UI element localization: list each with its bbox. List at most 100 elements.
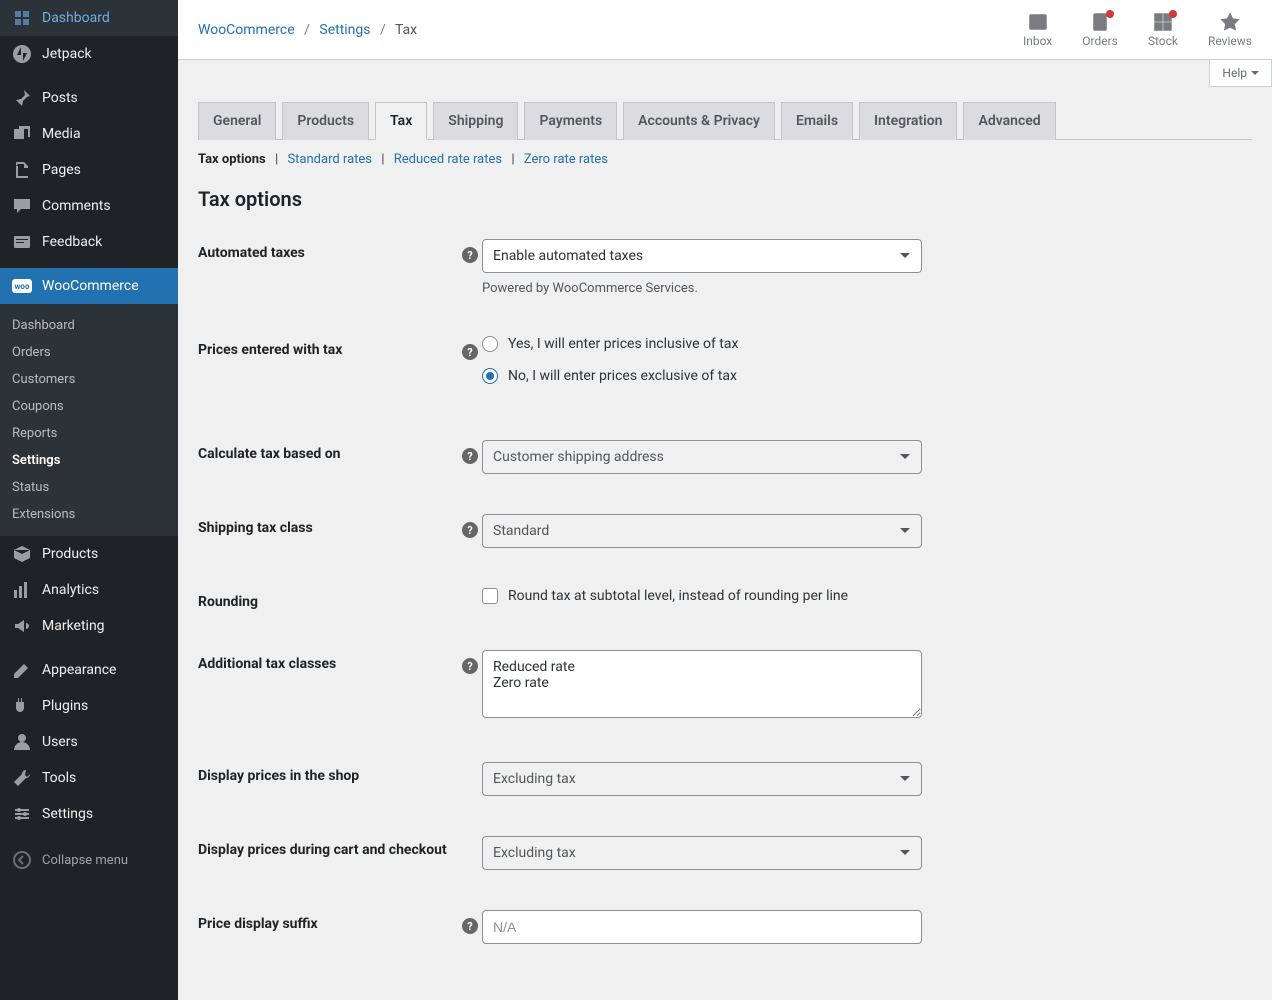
menu-posts[interactable]: Posts bbox=[0, 80, 178, 116]
page-title: Tax options bbox=[198, 187, 1252, 211]
tab-general[interactable]: General bbox=[198, 102, 276, 140]
row-rounding: Rounding Round tax at subtotal level, in… bbox=[198, 588, 1252, 610]
chevron-down-icon bbox=[1251, 71, 1259, 79]
menu-label: Media bbox=[42, 126, 81, 142]
products-icon bbox=[12, 544, 32, 564]
menu-users[interactable]: Users bbox=[0, 724, 178, 760]
checkbox-icon bbox=[482, 588, 498, 604]
tab-shipping[interactable]: Shipping bbox=[433, 102, 518, 140]
submenu-orders[interactable]: Orders bbox=[0, 339, 178, 366]
menu-label: Pages bbox=[42, 162, 81, 178]
help-icon[interactable]: ? bbox=[462, 918, 478, 934]
submenu-reports[interactable]: Reports bbox=[0, 420, 178, 447]
label-suffix: Price display suffix bbox=[198, 910, 458, 932]
content-area: Help General Products Tax Shipping Payme… bbox=[178, 60, 1272, 1000]
help-icon[interactable]: ? bbox=[462, 247, 478, 263]
topbar: WooCommerce / Settings / Tax Inbox Order… bbox=[178, 0, 1272, 60]
help-tab[interactable]: Help bbox=[1209, 60, 1272, 87]
tab-payments[interactable]: Payments bbox=[524, 102, 617, 140]
breadcrumb-woocommerce[interactable]: WooCommerce bbox=[198, 22, 295, 38]
woo-icon: woo bbox=[12, 276, 32, 296]
menu-label: Marketing bbox=[42, 618, 105, 634]
tab-emails[interactable]: Emails bbox=[781, 102, 853, 140]
label-prices-tax: Prices entered with tax bbox=[198, 336, 458, 358]
select-automated-taxes[interactable]: Enable automated taxes bbox=[482, 239, 922, 273]
activity-label: Orders bbox=[1082, 34, 1118, 48]
tab-integration[interactable]: Integration bbox=[859, 102, 957, 140]
label-calc-tax: Calculate tax based on bbox=[198, 440, 458, 462]
hint-automated-taxes: Powered by WooCommerce Services. bbox=[482, 281, 922, 296]
settings-icon bbox=[12, 804, 32, 824]
menu-label: Dashboard bbox=[42, 10, 110, 26]
help-icon[interactable]: ? bbox=[462, 448, 478, 464]
menu-label: WooCommerce bbox=[42, 278, 139, 294]
menu-analytics[interactable]: Analytics bbox=[0, 572, 178, 608]
menu-label: Products bbox=[42, 546, 98, 562]
pages-icon bbox=[12, 160, 32, 180]
menu-marketing[interactable]: Marketing bbox=[0, 608, 178, 644]
menu-pages[interactable]: Pages bbox=[0, 152, 178, 188]
orders-icon bbox=[1090, 12, 1110, 32]
tab-advanced[interactable]: Advanced bbox=[963, 102, 1055, 140]
menu-settings[interactable]: Settings bbox=[0, 796, 178, 832]
breadcrumb-settings[interactable]: Settings bbox=[319, 22, 370, 38]
input-suffix[interactable] bbox=[482, 910, 922, 944]
textarea-add-classes[interactable] bbox=[482, 650, 922, 718]
select-calc-tax[interactable]: Customer shipping address bbox=[482, 440, 922, 474]
submenu-coupons[interactable]: Coupons bbox=[0, 393, 178, 420]
collapse-menu[interactable]: Collapse menu bbox=[0, 840, 178, 880]
help-icon[interactable]: ? bbox=[462, 658, 478, 674]
radio-exclusive[interactable]: No, I will enter prices exclusive of tax bbox=[482, 368, 1252, 384]
badge-dot bbox=[1106, 10, 1114, 18]
subtab-standard-rates[interactable]: Standard rates bbox=[287, 152, 372, 167]
pin-icon bbox=[12, 88, 32, 108]
tab-tax[interactable]: Tax bbox=[375, 102, 427, 140]
menu-dashboard[interactable]: Dashboard bbox=[0, 0, 178, 36]
label-automated-taxes: Automated taxes bbox=[198, 239, 458, 261]
submenu-status[interactable]: Status bbox=[0, 474, 178, 501]
settings-tabs: General Products Tax Shipping Payments A… bbox=[198, 102, 1252, 140]
dashboard-icon bbox=[12, 8, 32, 28]
subtab-reduced-rate[interactable]: Reduced rate rates bbox=[394, 152, 502, 167]
help-icon[interactable]: ? bbox=[462, 522, 478, 538]
menu-plugins[interactable]: Plugins bbox=[0, 688, 178, 724]
activity-orders[interactable]: Orders bbox=[1082, 12, 1118, 48]
submenu-settings[interactable]: Settings bbox=[0, 447, 178, 474]
subtab-zero-rate[interactable]: Zero rate rates bbox=[524, 152, 608, 167]
row-prices-tax: Prices entered with tax ? Yes, I will en… bbox=[198, 336, 1252, 400]
menu-products[interactable]: Products bbox=[0, 536, 178, 572]
radio-inclusive[interactable]: Yes, I will enter prices inclusive of ta… bbox=[482, 336, 1252, 352]
menu-label: Jetpack bbox=[42, 46, 92, 62]
menu-label: Appearance bbox=[42, 662, 116, 678]
breadcrumb: WooCommerce / Settings / Tax bbox=[198, 22, 417, 38]
help-icon[interactable]: ? bbox=[462, 344, 478, 360]
tab-accounts-privacy[interactable]: Accounts & Privacy bbox=[623, 102, 775, 140]
submenu-customers[interactable]: Customers bbox=[0, 366, 178, 393]
row-display-cart: Display prices during cart and checkout … bbox=[198, 836, 1252, 870]
checkbox-rounding[interactable]: Round tax at subtotal level, instead of … bbox=[482, 588, 1252, 604]
select-ship-tax[interactable]: Standard bbox=[482, 514, 922, 548]
users-icon bbox=[12, 732, 32, 752]
menu-feedback[interactable]: Feedback bbox=[0, 224, 178, 260]
activity-reviews[interactable]: Reviews bbox=[1208, 12, 1252, 48]
menu-woocommerce[interactable]: woo WooCommerce bbox=[0, 268, 178, 304]
menu-label: Posts bbox=[42, 90, 78, 106]
tab-products[interactable]: Products bbox=[282, 102, 369, 140]
menu-comments[interactable]: Comments bbox=[0, 188, 178, 224]
select-display-cart[interactable]: Excluding tax bbox=[482, 836, 922, 870]
menu-media[interactable]: Media bbox=[0, 116, 178, 152]
analytics-icon bbox=[12, 580, 32, 600]
activity-stock[interactable]: Stock bbox=[1148, 12, 1178, 48]
inbox-icon bbox=[1028, 12, 1048, 32]
submenu-dashboard[interactable]: Dashboard bbox=[0, 312, 178, 339]
menu-jetpack[interactable]: Jetpack bbox=[0, 36, 178, 72]
row-automated-taxes: Automated taxes ? Enable automated taxes… bbox=[198, 239, 1252, 296]
menu-label: Plugins bbox=[42, 698, 88, 714]
submenu-extensions[interactable]: Extensions bbox=[0, 501, 178, 528]
menu-appearance[interactable]: Appearance bbox=[0, 652, 178, 688]
label-ship-tax: Shipping tax class bbox=[198, 514, 458, 536]
select-display-shop[interactable]: Excluding tax bbox=[482, 762, 922, 796]
label-display-cart: Display prices during cart and checkout bbox=[198, 836, 458, 858]
menu-tools[interactable]: Tools bbox=[0, 760, 178, 796]
activity-inbox[interactable]: Inbox bbox=[1023, 12, 1052, 48]
